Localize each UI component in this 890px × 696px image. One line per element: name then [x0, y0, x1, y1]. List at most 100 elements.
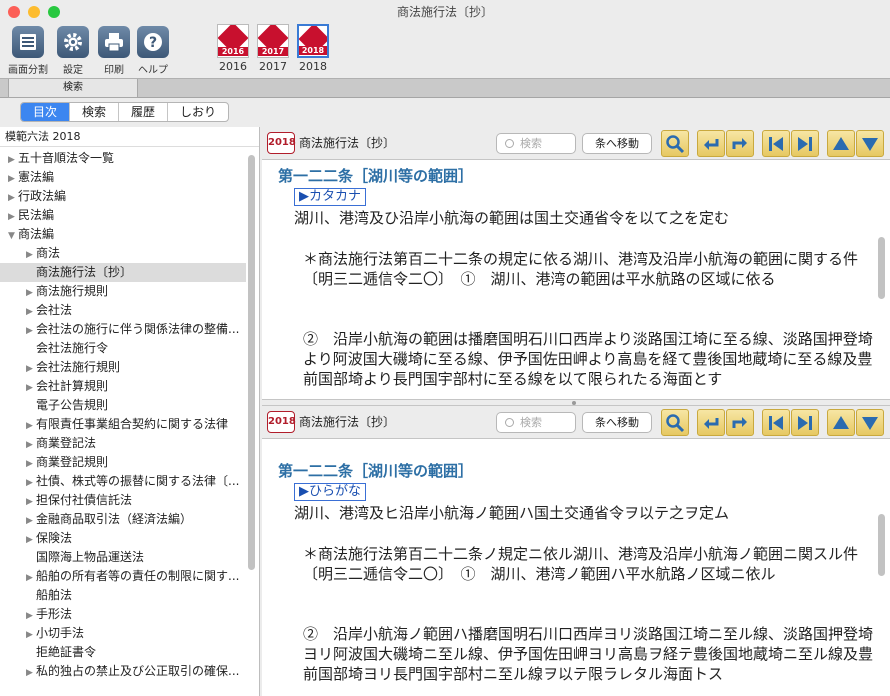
segment-history[interactable]: 履歴 [119, 103, 169, 121]
sidebar-item[interactable]: ▶ 手形法 [0, 605, 246, 624]
forward-button[interactable] [726, 409, 754, 436]
disclosure-collapsed-icon[interactable]: ▶ [26, 322, 36, 339]
segment-search[interactable]: 検索 [70, 103, 120, 121]
disclosure-collapsed-icon[interactable]: ▶ [26, 607, 36, 624]
segment-bookmarks[interactable]: しおり [168, 103, 228, 121]
go-to-article-button[interactable]: 条へ移動 [582, 133, 652, 154]
script-toggle-link[interactable]: ▶カタカナ [294, 188, 366, 206]
sidebar-item[interactable]: ▶ 会社法 [0, 301, 246, 320]
pane-search-input[interactable]: 検索 [496, 133, 576, 154]
edition-2016-button[interactable]: 2016 2016 [216, 24, 250, 73]
previous-article-button[interactable] [762, 130, 790, 157]
find-button[interactable] [661, 409, 689, 436]
minimize-window-button[interactable] [28, 6, 40, 18]
segment-toc[interactable]: 目次 [21, 103, 71, 121]
sidebar-item[interactable]: ▶ 商法 [0, 244, 246, 263]
close-window-button[interactable] [8, 6, 20, 18]
scroll-down-button[interactable] [856, 130, 884, 157]
magnifier-icon [666, 134, 685, 153]
print-label: 印刷 [104, 65, 124, 76]
find-button[interactable] [661, 130, 689, 157]
sidebar-item[interactable]: ▶ 小切手法 [0, 624, 246, 643]
sidebar-item[interactable]: ▶ 金融商品取引法（経済法編） [0, 510, 246, 529]
disclosure-collapsed-icon[interactable]: ▶ [26, 360, 36, 377]
sidebar-item[interactable]: ▶ 会社計算規則 [0, 377, 246, 396]
sidebar-scrollbar[interactable] [248, 155, 256, 675]
disclosure-collapsed-icon[interactable]: ▶ [8, 208, 18, 225]
back-button[interactable] [697, 409, 725, 436]
scroll-up-button[interactable] [827, 130, 855, 157]
sidebar-item[interactable]: ▶ 会社法施行規則 [0, 358, 246, 377]
help-button[interactable]: ? ヘルプ [134, 26, 172, 76]
sidebar-item[interactable]: 拒絶証書令 [0, 643, 246, 662]
disclosure-collapsed-icon[interactable]: ▶ [26, 436, 36, 453]
go-to-article-button[interactable]: 条へ移動 [582, 412, 652, 433]
article-body: 第一二二条［湖川等の範囲］ ▶ひらがな 湖川、港湾及ヒ沿岸小航海ノ範囲ハ国土交通… [278, 460, 874, 684]
sidebar-item[interactable]: ▶ 有限責任事業組合契約に関する法律 [0, 415, 246, 434]
disclosure-collapsed-icon[interactable]: ▶ [26, 493, 36, 510]
sidebar-item[interactable]: ▶ 商業登記規則 [0, 453, 246, 472]
disclosure-collapsed-icon[interactable]: ▶ [8, 151, 18, 168]
disclosure-collapsed-icon[interactable]: ▶ [26, 569, 36, 586]
sidebar-item[interactable]: 電子公告規則 [0, 396, 246, 415]
disclosure-collapsed-icon[interactable]: ▶ [26, 531, 36, 548]
sidebar-item[interactable]: ▶ 会社法の施行に伴う関係法律の整備... [0, 320, 246, 339]
sidebar-item[interactable]: ▶ 社債、株式等の振替に関する法律〔... [0, 472, 246, 491]
disclosure-collapsed-icon[interactable]: ▶ [26, 664, 36, 681]
sidebar-item[interactable]: ▶ 憲法編 [0, 168, 246, 187]
help-icon: ? [137, 26, 169, 58]
next-article-button[interactable] [791, 130, 819, 157]
splitter-handle[interactable] [262, 399, 890, 406]
disclosure-expanded-icon[interactable]: ▼ [8, 227, 18, 244]
sidebar-item[interactable]: ▶ 商法施行規則 [0, 282, 246, 301]
previous-article-button[interactable] [762, 409, 790, 436]
disclosure-collapsed-icon[interactable]: ▶ [26, 417, 36, 434]
zoom-window-button[interactable] [48, 6, 60, 18]
article-text: 湖川、港湾及ひ沿岸小航海の範囲は国土交通省令を以て之を定む [294, 209, 730, 227]
disclosure-collapsed-icon[interactable]: ▶ [26, 474, 36, 491]
disclosure-collapsed-icon[interactable]: ▶ [26, 246, 36, 263]
sidebar-item[interactable]: ▶ 保険法 [0, 529, 246, 548]
tab-search[interactable]: 検索 [8, 79, 138, 98]
sidebar-item-label: 手形法 [36, 607, 73, 621]
sidebar-item[interactable]: 船舶法 [0, 586, 246, 605]
disclosure-collapsed-icon[interactable]: ▶ [8, 189, 18, 206]
forward-button[interactable] [726, 130, 754, 157]
sidebar-item[interactable]: 会社法施行令 [0, 339, 246, 358]
print-button[interactable]: 印刷 [97, 26, 131, 76]
script-toggle-link[interactable]: ▶ひらがな [294, 483, 366, 501]
scroll-down-button[interactable] [856, 409, 884, 436]
settings-button[interactable]: 設定 [56, 26, 90, 76]
disclosure-collapsed-icon[interactable]: ▶ [26, 455, 36, 472]
sidebar-item-label: 商業登記規則 [36, 455, 109, 469]
sidebar-item[interactable]: ▼ 商法編 [0, 225, 246, 244]
edition-2017-button[interactable]: 2017 2017 [256, 24, 290, 73]
disclosure-collapsed-icon[interactable]: ▶ [26, 626, 36, 643]
sidebar-scroll-thumb[interactable] [248, 155, 255, 570]
scroll-up-button[interactable] [827, 409, 855, 436]
back-button[interactable] [697, 130, 725, 157]
edition-2018-button[interactable]: 2018 2018 [296, 24, 330, 73]
triangle-up-icon [833, 136, 849, 150]
sidebar-item[interactable]: ▶ 五十音順法令一覧 [0, 149, 246, 168]
split-screen-button[interactable]: 画面分割 [8, 26, 48, 76]
pane-search-input[interactable]: 検索 [496, 412, 576, 433]
sidebar-item[interactable]: ▶ 行政法編 [0, 187, 246, 206]
sidebar-item[interactable]: ▶ 担保付社債信託法 [0, 491, 246, 510]
pane-scrollbar[interactable] [878, 514, 885, 576]
sidebar-item[interactable]: 商法施行法〔抄〕 [0, 263, 246, 282]
sidebar-item[interactable]: 国際海上物品運送法 [0, 548, 246, 567]
sidebar-item[interactable]: ▶ 商業登記法 [0, 434, 246, 453]
sidebar-item-label: 担保付社債信託法 [36, 493, 133, 507]
sidebar-item[interactable]: ▶ 私的独占の禁止及び公正取引の確保... [0, 662, 246, 681]
disclosure-collapsed-icon[interactable]: ▶ [8, 170, 18, 187]
pane-scrollbar[interactable] [878, 237, 885, 299]
disclosure-collapsed-icon[interactable]: ▶ [26, 284, 36, 301]
sidebar-item[interactable]: ▶ 船舶の所有者等の責任の制限に関す... [0, 567, 246, 586]
next-article-button[interactable] [791, 409, 819, 436]
sidebar-item[interactable]: ▶ 民法編 [0, 206, 246, 225]
sidebar-item-label: 憲法編 [18, 170, 55, 184]
disclosure-collapsed-icon[interactable]: ▶ [26, 303, 36, 320]
disclosure-collapsed-icon[interactable]: ▶ [26, 512, 36, 529]
disclosure-collapsed-icon[interactable]: ▶ [26, 379, 36, 396]
